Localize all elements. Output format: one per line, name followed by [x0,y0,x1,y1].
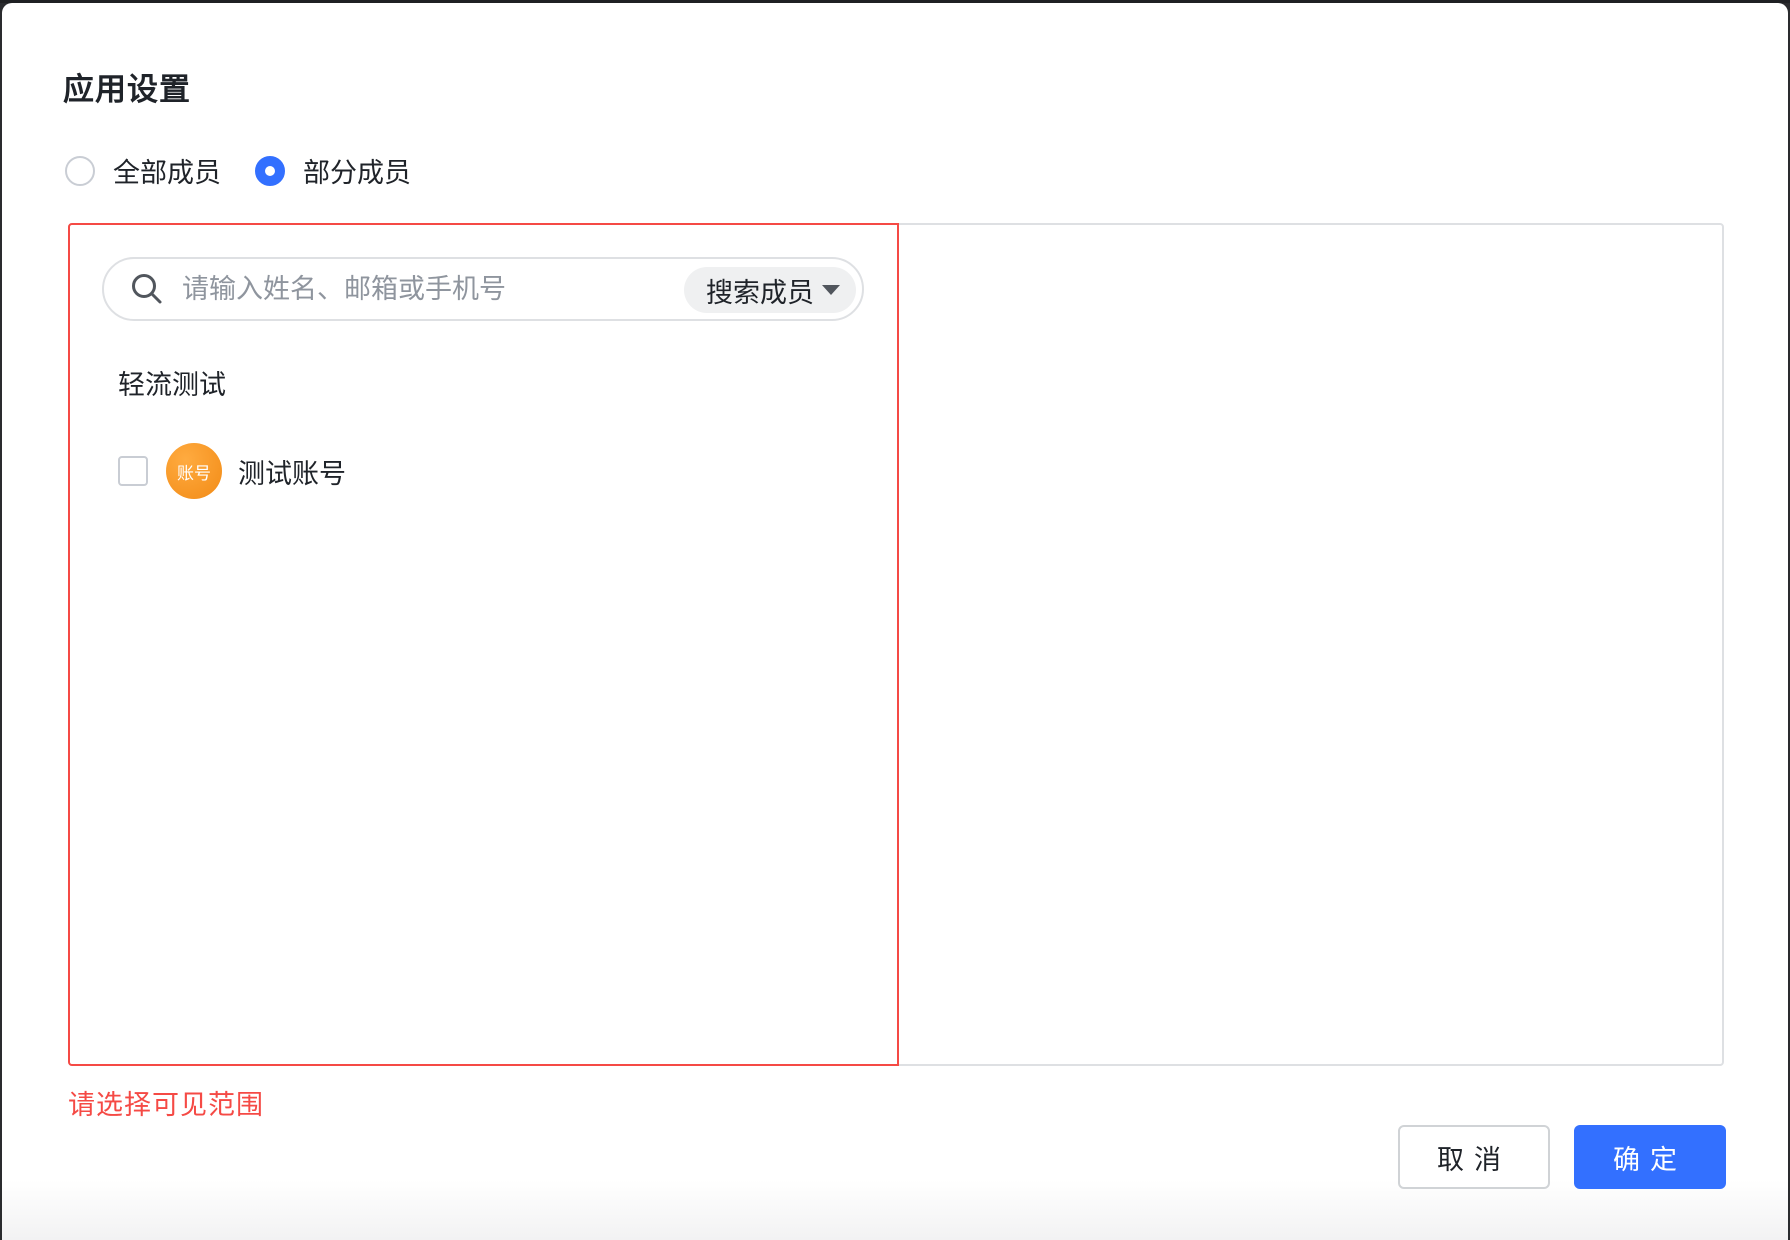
search-scope-label: 搜索成员 [706,277,814,309]
member-picker-panel: 搜索成员 轻流测试 账号 测试账号 [68,223,899,1066]
validation-error-message: 请选择可见范围 [68,1090,264,1121]
avatar: 账号 [166,443,222,499]
scope-radio-group: 全部成员 部分成员 [65,151,445,190]
radio-all-members[interactable]: 全部成员 [65,151,221,190]
radio-partial-members-label: 部分成员 [303,158,411,189]
radio-all-members-label: 全部成员 [113,158,221,189]
search-icon [132,274,162,304]
dialog-footer-shade [2,1180,1788,1240]
radio-checked-icon[interactable] [255,155,285,186]
member-list-item[interactable]: 账号 测试账号 [118,443,346,499]
confirm-button[interactable]: 确定 [1574,1125,1726,1189]
search-scope-dropdown[interactable]: 搜索成员 [684,267,856,313]
cancel-button[interactable]: 取消 [1398,1125,1550,1189]
member-search-input[interactable] [180,272,654,306]
department-title: 轻流测试 [118,370,226,401]
caret-down-icon [822,285,840,295]
radio-unchecked-icon[interactable] [65,155,95,186]
radio-partial-members[interactable]: 部分成员 [255,151,411,190]
member-search-box: 搜索成员 [102,257,864,321]
member-name: 测试账号 [238,458,346,490]
dialog-title: 应用设置 [63,72,191,108]
member-checkbox[interactable] [118,456,148,486]
app-settings-dialog: 应用设置 全部成员 部分成员 搜索成员 轻流测试 账号 测 [2,3,1788,1240]
